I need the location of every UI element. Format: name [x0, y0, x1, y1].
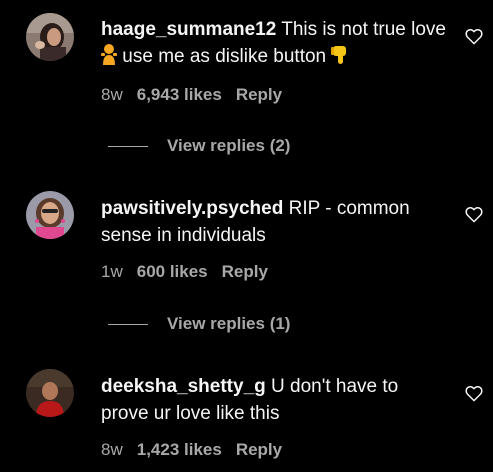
- heart-outline-icon[interactable]: [465, 28, 483, 45]
- reply-button[interactable]: Reply: [236, 85, 282, 104]
- thumbs-down-emoji-icon: [331, 46, 347, 64]
- comment-meta: 8w 1,423 likes Reply: [101, 440, 282, 460]
- comment-timestamp: 8w: [101, 440, 123, 459]
- view-replies-button[interactable]: View replies (1): [108, 314, 290, 334]
- comment-meta: 1w 600 likes Reply: [101, 262, 268, 282]
- user-avatar-icon: [26, 13, 74, 61]
- comment-likes-count[interactable]: 1,423 likes: [137, 440, 222, 459]
- view-replies-button[interactable]: View replies (2): [108, 136, 290, 156]
- reply-button[interactable]: Reply: [236, 440, 282, 459]
- comment-username[interactable]: haage_summane12: [101, 19, 276, 40]
- comment-text: pawsitively.psyched RIP - common sense i…: [101, 195, 446, 249]
- comment-text: deeksha_shetty_g U don't have to prove u…: [101, 373, 446, 427]
- comment-body-continued: use me as dislike button: [117, 46, 327, 67]
- user-avatar-icon: [26, 191, 74, 239]
- comment-timestamp: 8w: [101, 85, 123, 104]
- comment-username[interactable]: deeksha_shetty_g: [101, 376, 266, 397]
- reply-button[interactable]: Reply: [222, 262, 268, 281]
- heart-outline-icon[interactable]: [465, 385, 483, 402]
- comment-body: This is not true love: [276, 19, 447, 40]
- view-replies-divider: [108, 146, 148, 148]
- comment-meta: 8w 6,943 likes Reply: [101, 85, 282, 105]
- avatar[interactable]: [26, 369, 74, 417]
- avatar[interactable]: [26, 13, 74, 61]
- person-shrugging-emoji-icon: [101, 44, 117, 65]
- view-replies-label[interactable]: View replies (2): [167, 136, 290, 155]
- comment-likes-count[interactable]: 600 likes: [137, 262, 208, 281]
- view-replies-label[interactable]: View replies (1): [167, 314, 290, 333]
- avatar[interactable]: [26, 191, 74, 239]
- comment-text: haage_summane12 This is not true love us…: [101, 16, 446, 70]
- comment-username[interactable]: pawsitively.psyched: [101, 198, 283, 219]
- comment-likes-count[interactable]: 6,943 likes: [137, 85, 222, 104]
- comment-timestamp: 1w: [101, 262, 123, 281]
- heart-outline-icon[interactable]: [465, 206, 483, 223]
- user-avatar-icon: [26, 369, 74, 417]
- view-replies-divider: [108, 324, 148, 326]
